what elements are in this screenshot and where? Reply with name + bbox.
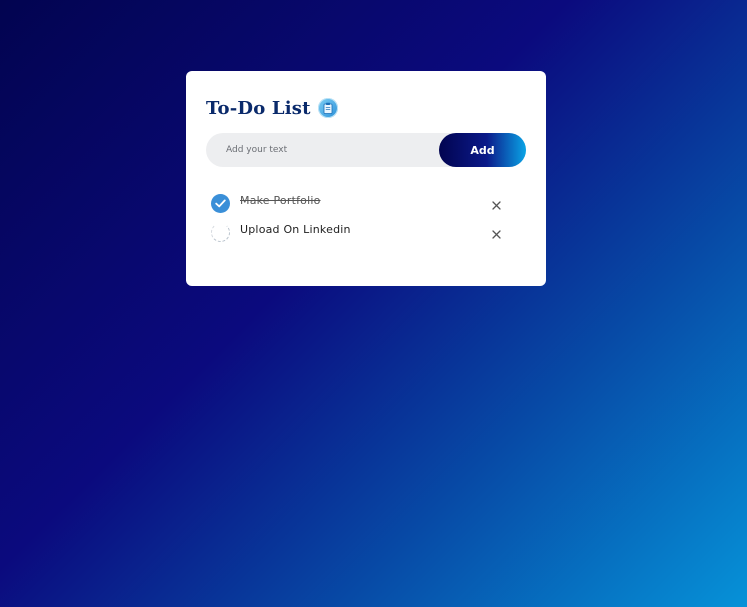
list-item[interactable]: Upload On Linkedin bbox=[206, 220, 526, 249]
page-title: To-Do List bbox=[206, 97, 311, 119]
list-item[interactable]: Make Portfolio bbox=[206, 191, 526, 220]
checked-icon[interactable] bbox=[211, 194, 230, 213]
task-label: Make Portfolio bbox=[240, 194, 321, 207]
close-icon[interactable] bbox=[489, 198, 503, 212]
add-task-row: Add bbox=[206, 132, 526, 168]
unchecked-circle-icon[interactable] bbox=[211, 223, 230, 242]
clipboard-icon bbox=[317, 98, 338, 118]
task-list: Make Portfolio Upload On Linkedin bbox=[206, 191, 526, 249]
todo-card: To-Do List Add Make Portfolio bbox=[186, 71, 546, 286]
add-button[interactable]: Add bbox=[439, 133, 526, 167]
title-row: To-Do List bbox=[206, 95, 526, 121]
task-label: Upload On Linkedin bbox=[240, 223, 351, 236]
close-icon[interactable] bbox=[489, 227, 503, 241]
